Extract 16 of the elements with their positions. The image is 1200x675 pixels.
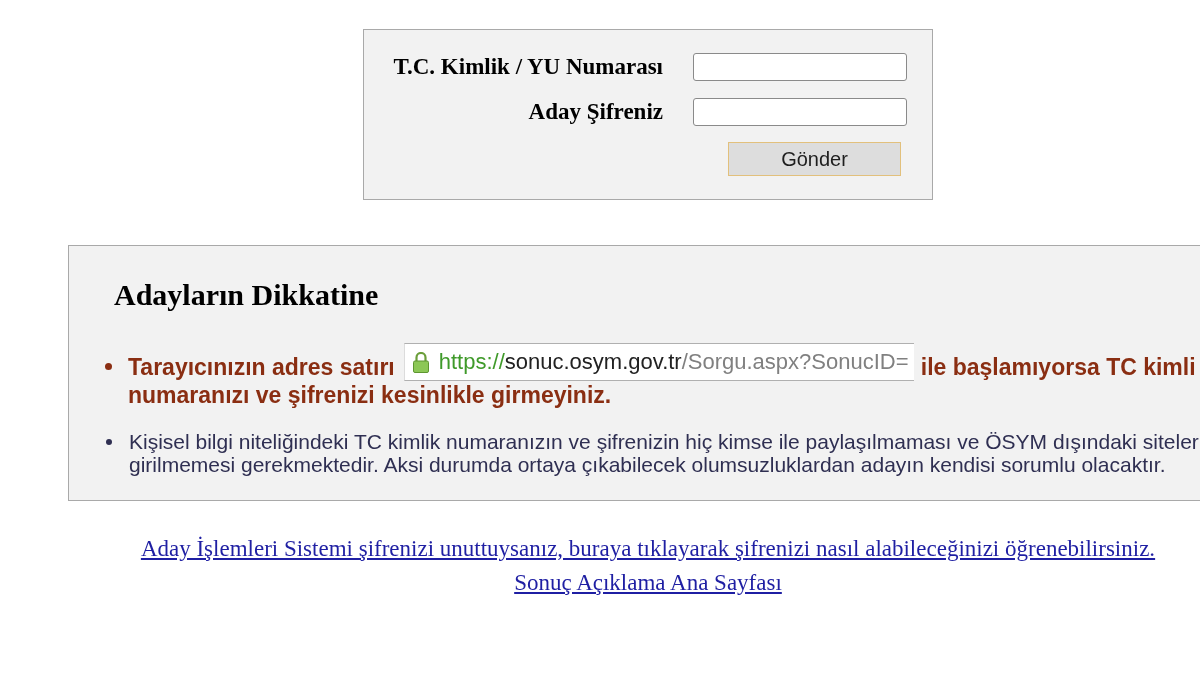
warning-text: Tarayıcınızın adres satırı [128,353,395,381]
text-link[interactable]: Aday İşlemleri Sistemi şifrenizi unuttuysanız, buraya tıklayarak şifrenizi nasıl alabileceğinizi öğrenebilirsiniz. [140,532,1156,566]
submit-button[interactable]: Gönder [728,142,901,176]
field-label: T.C. Kimlik / YU Numarası [392,53,663,81]
url-text: https://sonuc.osym.gov.tr/Sorgu.aspx?SonucID= [438,349,909,375]
input-field[interactable] [693,53,907,81]
warning-text: numaranızı ve şifrenizi kesinlikle girmeyiniz. [128,381,612,409]
bullet-icon [106,439,112,445]
padlock-icon [412,351,429,373]
field-label: Aday Şifreniz [527,98,663,126]
notice-text: Kişisel bilgi niteliğindeki TC kimlik numaranızın ve şifrenizin hiç kimse ile paylaşılmaması ve ÖSYM dışındaki siteler girilmemesi gerekmektedir. Aksi durumda ortaya çıkabilecek olumsuzluklardan adayın kendisi sorumlu olacaktır. [129,430,1199,476]
warning-text: ile başlamıyorsa TC kimli [920,353,1196,381]
bullet-icon [105,363,112,370]
text-link[interactable]: Sonuç Açıklama Ana Sayfası [514,566,782,600]
notice-heading: Adayların Dikkatine [114,279,379,311]
input-field[interactable] [693,98,907,126]
